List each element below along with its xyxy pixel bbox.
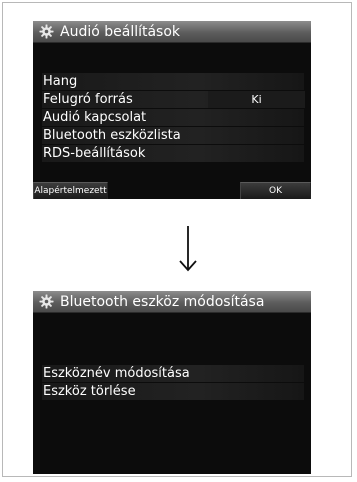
audio-settings-screen: Audió beállítások Hang Felugró forrás Ki… [33, 21, 311, 199]
menu-item-popup-source[interactable]: Felugró forrás Ki [42, 91, 305, 108]
menu-item-label: Felugró forrás [43, 92, 133, 107]
menu-item-label: Bluetooth eszközlista [43, 128, 181, 143]
menu-item-hang[interactable]: Hang [42, 73, 304, 90]
menu-item-bluetooth-device-list[interactable]: Bluetooth eszközlista [42, 127, 304, 144]
menu-item-rename-device[interactable]: Eszköznév módosítása [42, 365, 304, 382]
screen-title: Bluetooth eszköz módosítása [60, 294, 265, 310]
menu-item-label: Eszköz törlése [43, 384, 136, 399]
menu-item-label: RDS-beállítások [43, 146, 146, 161]
menu-item-audio-connection[interactable]: Audió kapcsolat [42, 109, 304, 126]
title-bar: Audió beállítások [33, 21, 311, 43]
default-button[interactable]: Alapértelmezett [33, 182, 108, 199]
menu-item-label: Eszköznév módosítása [43, 366, 190, 381]
title-bar: Bluetooth eszköz módosítása [33, 291, 311, 313]
audio-menu-list: Hang Felugró forrás Ki Audió kapcsolat B… [42, 73, 305, 163]
gear-icon [39, 24, 54, 39]
bluetooth-device-edit-screen: Bluetooth eszköz módosítása Eszköznév mó… [33, 291, 311, 474]
button-bar: Alapértelmezett OK [33, 182, 311, 199]
down-arrow-icon [179, 226, 197, 272]
menu-item-delete-device[interactable]: Eszköz törlése [42, 383, 304, 400]
figure-frame: Audió beállítások Hang Felugró forrás Ki… [2, 2, 352, 477]
menu-item-label: Audió kapcsolat [43, 110, 147, 125]
menu-item-label: Hang [43, 74, 78, 89]
menu-item-rds-settings[interactable]: RDS-beállítások [42, 145, 304, 162]
menu-item-value: Ki [208, 91, 305, 108]
gear-icon [39, 294, 54, 309]
ok-button[interactable]: OK [240, 182, 311, 199]
bluetooth-menu-list: Eszköznév módosítása Eszköz törlése [42, 365, 304, 401]
screen-title: Audió beállítások [60, 24, 181, 40]
